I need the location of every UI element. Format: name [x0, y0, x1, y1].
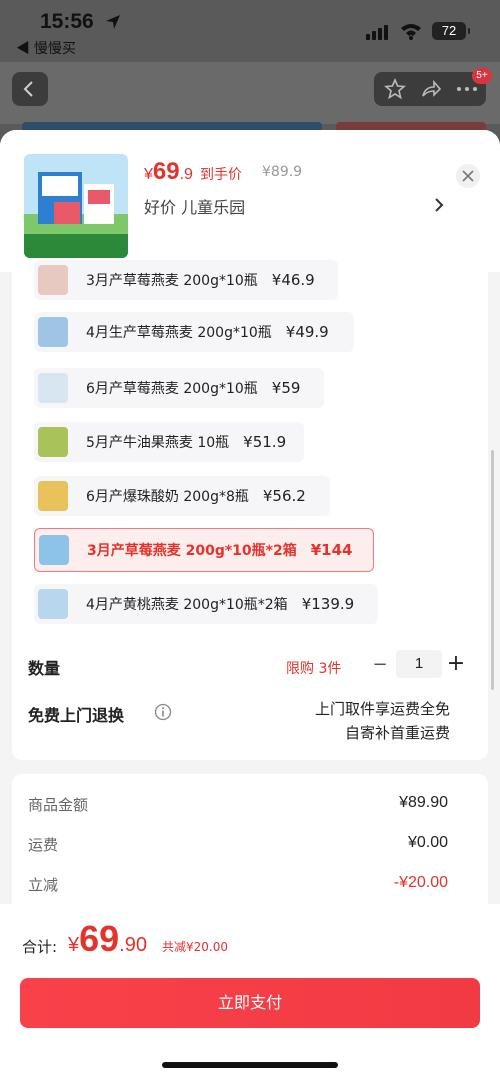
cost-label-subtotal: 商品金额	[28, 796, 89, 814]
free-return-label: 免费上门退换	[28, 706, 125, 725]
info-icon[interactable]	[154, 703, 172, 721]
back-to-app-link[interactable]: ◀ 慢慢买	[16, 38, 76, 58]
option-price: ¥46.9	[271, 271, 315, 289]
more-icon	[457, 87, 477, 91]
chevron-right-icon[interactable]	[434, 197, 444, 213]
total-integer: 69	[79, 918, 120, 959]
price-tag: 到手价	[200, 167, 242, 183]
quantity-decrement-button[interactable]: −	[368, 654, 392, 676]
quantity-input[interactable]: 1	[396, 650, 442, 678]
option-thumbnail	[38, 317, 68, 347]
home-indicator	[162, 1062, 338, 1068]
sku-selection-sheet: ¥69.9 到手价 ¥89.9 好价 儿童乐园 3月产草莓燕麦 200g*10瓶…	[0, 130, 500, 1082]
cost-label-shipping: 运费	[28, 836, 59, 854]
option-label: 4月产黄桃燕麦 200g*10瓶*2箱	[86, 597, 288, 613]
price-decimal: .9	[179, 166, 193, 183]
cost-label-discount: 立减	[28, 876, 59, 894]
option-thumbnail	[38, 481, 68, 511]
star-icon	[384, 78, 406, 100]
wifi-icon	[401, 24, 421, 40]
total-saved: 共减¥20.00	[162, 940, 228, 954]
option-thumbnail	[39, 535, 69, 565]
option-price: ¥49.9	[285, 323, 329, 341]
share-icon	[422, 79, 442, 97]
return-policy-line-2: 自寄补首重运费	[344, 724, 450, 742]
close-icon	[462, 170, 474, 182]
return-policy-line-1: 上门取件享运费全免	[314, 700, 450, 718]
option-price: ¥139.9	[301, 595, 355, 613]
chevron-left-icon	[23, 81, 33, 97]
cost-value-shipping: ¥0.00	[407, 834, 448, 851]
option-label: 3月产草莓燕麦 200g*10瓶	[86, 273, 258, 289]
cellular-signal-icon	[366, 25, 388, 40]
option-label: 3月产草莓燕麦 200g*10瓶*2箱	[87, 543, 297, 559]
quantity-label: 数量	[28, 659, 61, 678]
option-label: 4月生产草莓燕麦 200g*10瓶	[86, 325, 272, 341]
purchase-limit: 限购 3件	[286, 661, 342, 677]
option-1[interactable]: 4月生产草莓燕麦 200g*10瓶 ¥49.9	[34, 312, 354, 352]
option-5-selected[interactable]: 3月产草莓燕麦 200g*10瓶*2箱 ¥144	[34, 528, 374, 572]
message-badge: 5+	[472, 68, 492, 84]
option-price: ¥56.2	[262, 487, 306, 505]
option-list: 3月产草莓燕麦 200g*10瓶 ¥46.9 4月生产草莓燕麦 200g*10瓶 ¥…	[12, 260, 488, 760]
option-thumbnail	[38, 427, 68, 457]
total-label: 合计:	[22, 938, 58, 956]
pay-now-button[interactable]: 立即支付	[20, 978, 480, 1028]
selected-option-summary[interactable]: 好价 儿童乐园	[144, 194, 245, 218]
price-currency: ¥	[144, 166, 153, 183]
cost-value-discount: -¥20.00	[393, 874, 448, 891]
total-decimal: .90	[119, 934, 147, 956]
current-price: ¥69.9	[144, 158, 193, 186]
option-2[interactable]: 6月产草莓燕麦 200g*10瓶 ¥59	[34, 368, 324, 408]
scrollbar[interactable]	[491, 450, 494, 690]
option-thumbnail	[38, 265, 68, 295]
option-label: 6月产爆珠酸奶 200g*8瓶	[86, 489, 249, 505]
status-time: 15:56	[40, 10, 94, 33]
option-4[interactable]: 6月产爆珠酸奶 200g*8瓶 ¥56.2	[34, 476, 330, 516]
option-thumbnail	[38, 589, 68, 619]
cost-value-subtotal: ¥89.90	[399, 794, 448, 811]
option-price: ¥144	[310, 541, 353, 559]
close-button[interactable]	[456, 164, 480, 188]
option-thumbnail	[38, 373, 68, 403]
option-6[interactable]: 4月产黄桃燕麦 200g*10瓶*2箱 ¥139.9	[34, 584, 378, 624]
original-price: ¥89.9	[262, 164, 303, 180]
price-integer: 69	[152, 158, 180, 185]
option-price: ¥59	[271, 379, 301, 397]
option-0[interactable]: 3月产草莓燕麦 200g*10瓶 ¥46.9	[34, 260, 338, 300]
checkout-footer: 合计: ¥69.90 共减¥20.00 立即支付	[0, 904, 500, 1082]
total-currency: ¥	[68, 934, 80, 956]
sheet-header: ¥69.9 到手价 ¥89.9 好价 儿童乐园	[0, 130, 500, 272]
option-label: 5月产牛油果燕麦 10瓶	[86, 435, 230, 451]
option-label: 6月产草莓燕麦 200g*10瓶	[86, 381, 258, 397]
background-back-button	[12, 72, 48, 106]
background-actions	[374, 72, 486, 106]
option-price: ¥51.9	[243, 433, 287, 451]
battery-indicator: 72	[432, 22, 470, 40]
option-3[interactable]: 5月产牛油果燕麦 10瓶 ¥51.9	[34, 422, 304, 462]
status-bar: 15:56 ◀ 慢慢买 72	[0, 0, 500, 60]
quantity-increment-button[interactable]: +	[444, 652, 468, 676]
location-arrow-icon	[106, 15, 120, 29]
total-price: ¥69.90	[68, 918, 147, 960]
product-thumbnail	[24, 154, 128, 258]
